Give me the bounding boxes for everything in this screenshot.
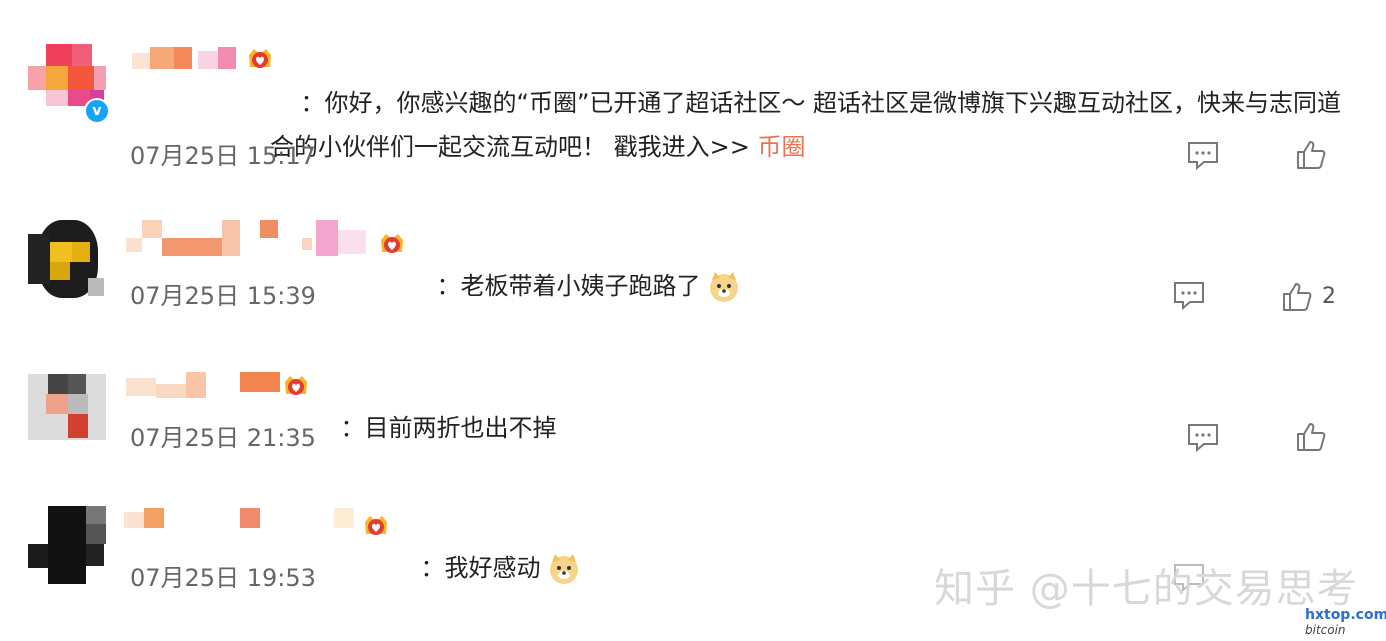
avatar[interactable]	[28, 220, 108, 300]
comment-text: ：你好，你感兴趣的“币圈”已开通了超话社区～ 超话社区是微博旗下兴趣互动社区，快…	[270, 37, 1350, 213]
verified-badge-icon: v	[84, 98, 110, 124]
avatar[interactable]	[28, 506, 108, 586]
comment-icon[interactable]	[1186, 138, 1220, 172]
doge-emoji-icon	[709, 272, 738, 302]
comment-icon[interactable]	[1172, 278, 1206, 312]
doge-emoji-icon	[549, 554, 578, 584]
timestamp: 07月25日 15:39	[130, 282, 316, 310]
comment-text: ：目前两折也出不掉	[310, 362, 557, 494]
comment-text: ：老板带着小姨子跑路了	[406, 220, 741, 352]
crown-heart-badge-icon	[365, 516, 387, 535]
timestamp: 07月25日 19:53	[130, 564, 316, 592]
thumbs-up-icon[interactable]	[1294, 420, 1328, 454]
timestamp: 07月25日 21:35	[130, 424, 316, 452]
thumbs-up-icon[interactable]	[1294, 138, 1328, 172]
avatar[interactable]	[28, 374, 108, 454]
comment-text: ：我好感动	[390, 502, 581, 634]
like-count: 2	[1322, 284, 1336, 309]
comment-body: ：目前两折也出不掉	[340, 414, 557, 442]
timestamp: 07月25日 15:17	[130, 142, 316, 170]
comment-body: ：你好，你感兴趣的“币圈”已开通了超话社区～ 超话社区是微博旗下兴趣互动社区，快…	[270, 89, 1342, 161]
comment-body: ：老板带着小姨子跑路了	[436, 272, 701, 300]
comment-icon[interactable]	[1186, 420, 1220, 454]
thumbs-up-icon[interactable]	[1280, 280, 1314, 314]
watermark: 知乎 @十七的交易思考	[934, 566, 1358, 612]
site-mark-sub: bitcoin	[1305, 623, 1346, 637]
topic-link[interactable]: 币圈	[757, 133, 805, 161]
avatar[interactable]: v	[28, 44, 110, 124]
site-mark: hxtop.com	[1305, 607, 1386, 623]
crown-heart-badge-icon	[285, 376, 307, 395]
comment-body: ：我好感动	[420, 554, 541, 582]
crown-heart-badge-icon	[381, 234, 403, 253]
